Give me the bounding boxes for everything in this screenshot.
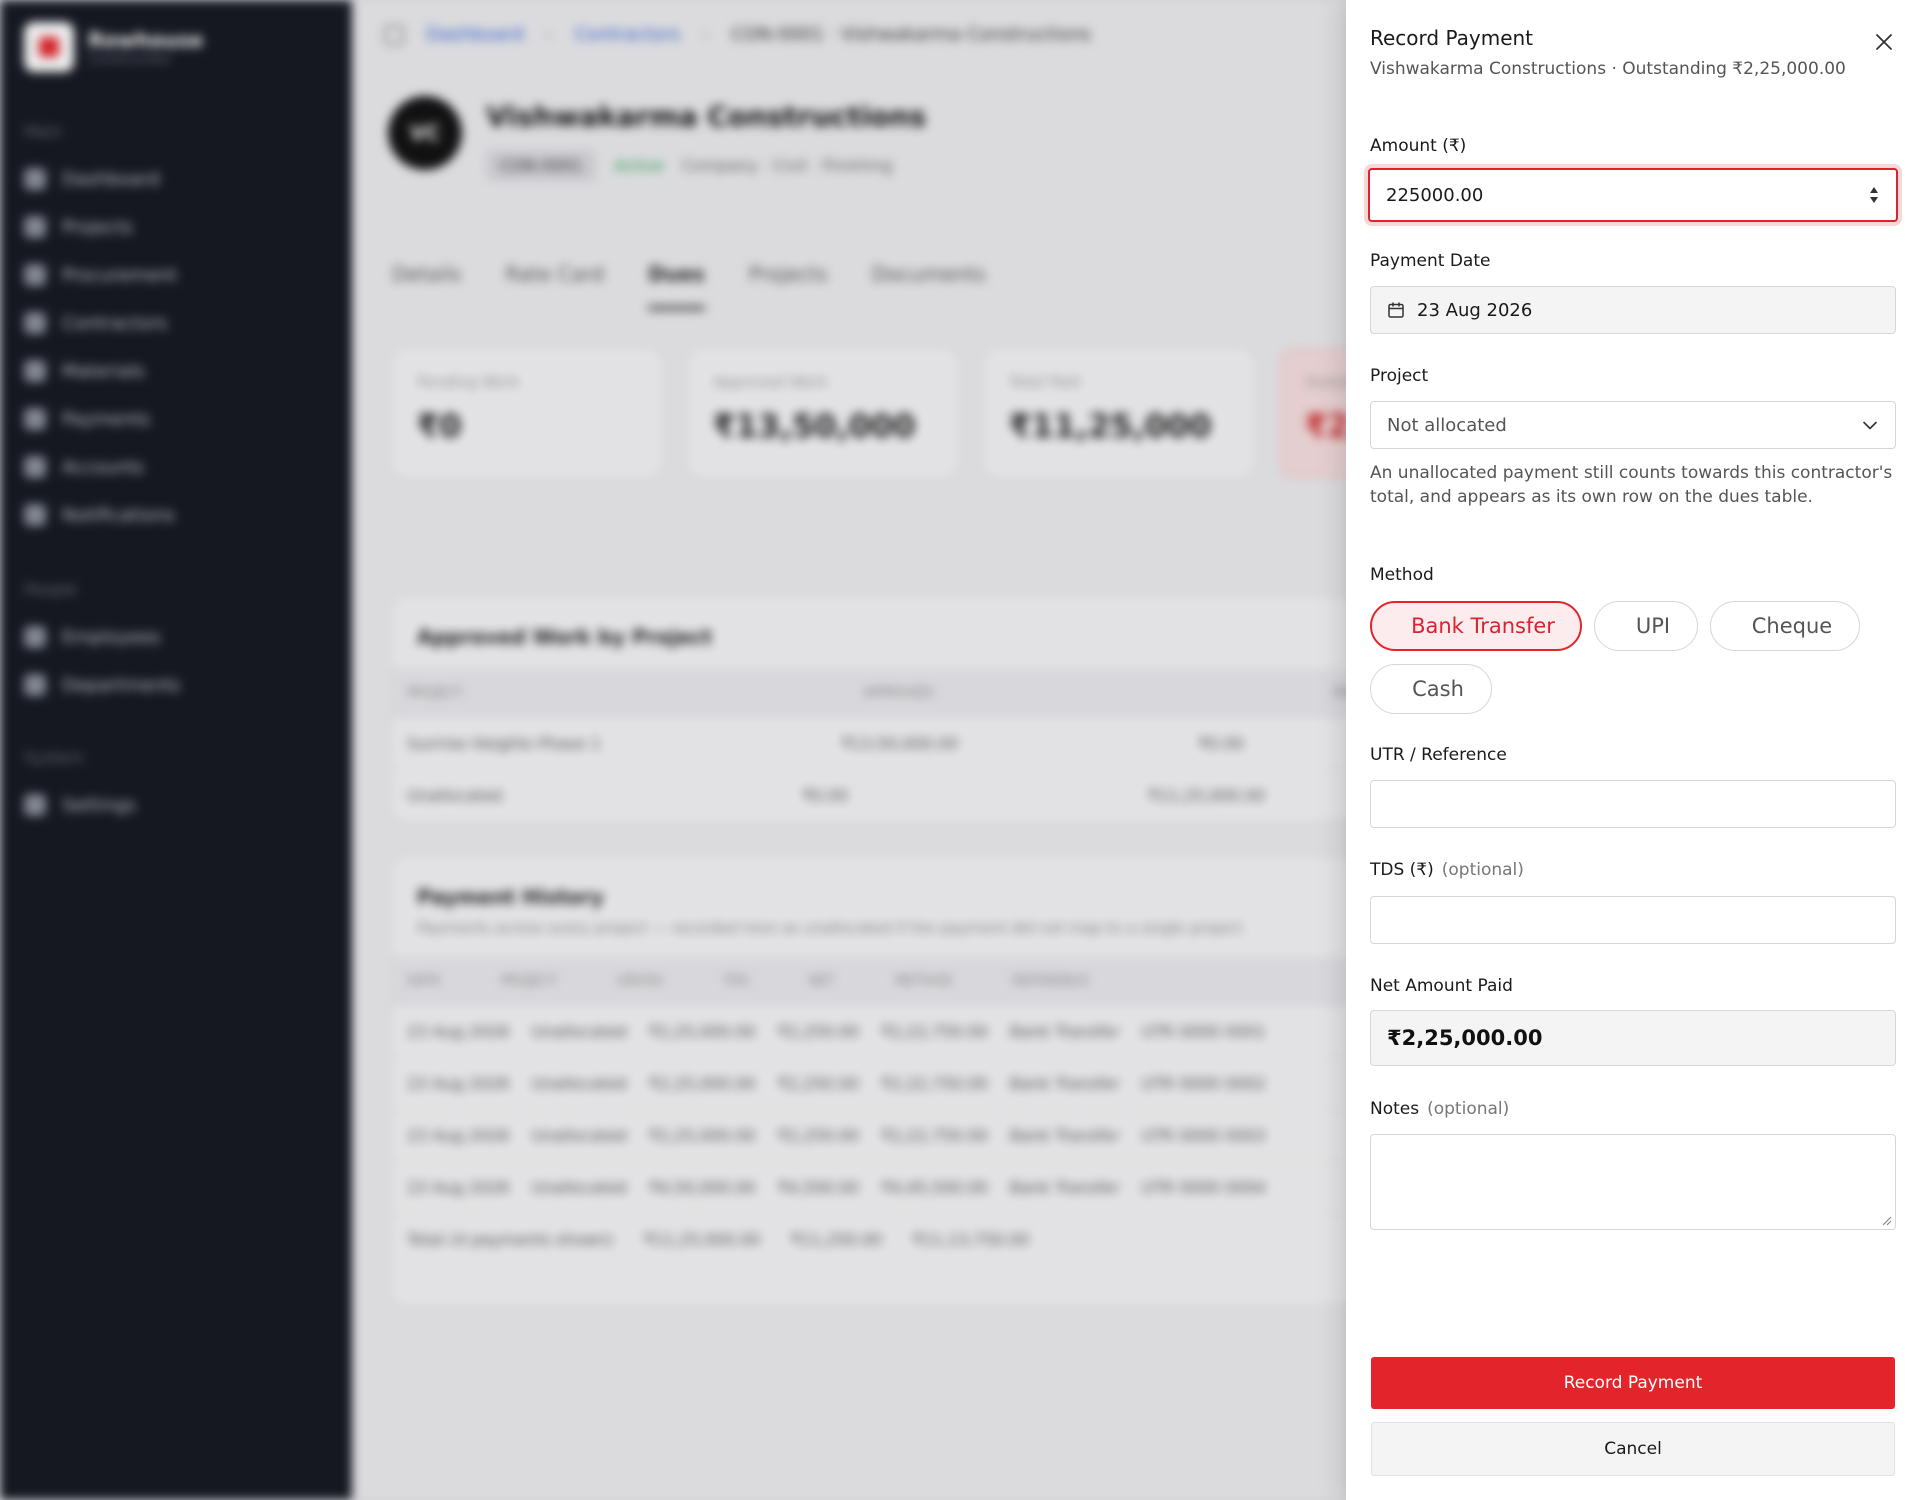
payment-date-picker[interactable]: 23 Aug 2026	[1370, 286, 1896, 334]
method-bank-transfer[interactable]: Bank Transfer	[1370, 601, 1582, 651]
amount-label: Amount (₹)	[1370, 136, 1467, 156]
method-cheque[interactable]: Cheque	[1710, 601, 1860, 651]
close-icon[interactable]	[1872, 30, 1896, 54]
amount-input[interactable]: 225000.00	[1368, 168, 1898, 222]
payment-date-value: 23 Aug 2026	[1417, 299, 1533, 321]
net-amount-label: Net Amount Paid	[1370, 976, 1513, 996]
notes-textarea[interactable]	[1370, 1134, 1896, 1230]
tds-label: TDS (₹) (optional)	[1370, 860, 1524, 880]
project-label: Project	[1370, 366, 1429, 386]
record-payment-button[interactable]: Record Payment	[1371, 1357, 1895, 1409]
drawer-title: Record Payment	[1370, 26, 1534, 50]
method-label: Method	[1370, 565, 1434, 585]
amount-value: 225000.00	[1386, 184, 1484, 206]
calendar-icon	[1388, 302, 1404, 318]
project-select[interactable]: Not allocated	[1370, 401, 1896, 449]
payment-date-label: Payment Date	[1370, 251, 1491, 271]
reference-input[interactable]	[1370, 780, 1896, 828]
project-value: Not allocated	[1387, 414, 1507, 436]
method-cash[interactable]: Cash	[1370, 664, 1492, 714]
cancel-button[interactable]: Cancel	[1371, 1422, 1895, 1476]
reference-label: UTR / Reference	[1370, 745, 1507, 765]
record-payment-drawer: Record Payment Vishwakarma Constructions…	[1346, 0, 1920, 1500]
method-upi[interactable]: UPI	[1594, 601, 1698, 651]
modal-scrim[interactable]	[0, 0, 1346, 1500]
drawer-subtitle: Vishwakarma Constructions · Outstanding …	[1370, 59, 1846, 79]
project-hint: An unallocated payment still counts towa…	[1370, 463, 1893, 507]
chevron-down-icon	[1863, 421, 1877, 430]
resize-handle-icon[interactable]	[1880, 1214, 1892, 1226]
tds-input[interactable]	[1370, 896, 1896, 944]
stepper-arrows-icon[interactable]	[1868, 185, 1880, 205]
net-amount-value: ₹2,25,000.00	[1387, 1026, 1543, 1050]
notes-label: Notes (optional)	[1370, 1099, 1510, 1119]
net-amount-display: ₹2,25,000.00	[1370, 1010, 1896, 1066]
